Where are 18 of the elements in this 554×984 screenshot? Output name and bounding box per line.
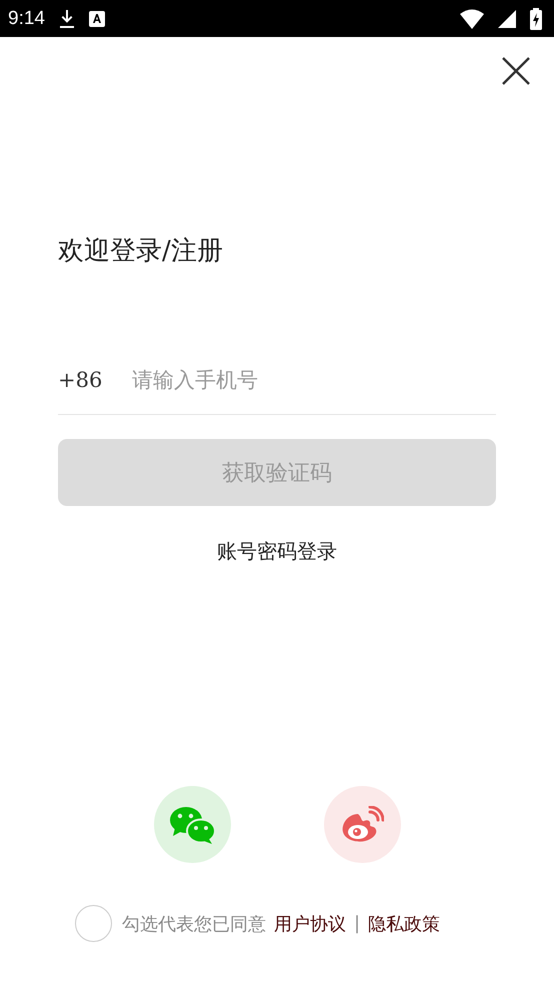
separator: | — [354, 913, 360, 934]
user-agreement-link[interactable]: 用户协议 — [274, 912, 346, 936]
download-icon — [58, 8, 75, 28]
agreement-text: 勾选代表您已同意 — [122, 912, 266, 936]
agree-checkbox[interactable] — [75, 905, 112, 942]
country-code[interactable]: +86 — [58, 368, 132, 392]
eye-signal-icon — [340, 806, 384, 844]
wifi-icon — [460, 8, 484, 28]
battery-charging-icon — [530, 8, 542, 30]
phone-field[interactable]: +86 请输入手机号 — [58, 352, 496, 415]
password-login-link[interactable]: 账号密码登录 — [217, 538, 337, 565]
font-icon — [88, 10, 105, 26]
signal-icon — [498, 10, 516, 28]
chat-bubbles-icon — [169, 806, 215, 844]
close-icon[interactable] — [502, 57, 530, 85]
privacy-policy-link[interactable]: 隐私政策 — [368, 912, 440, 936]
page-title: 欢迎登录/注册 — [58, 235, 223, 268]
status-time: 9:14 — [8, 8, 45, 30]
